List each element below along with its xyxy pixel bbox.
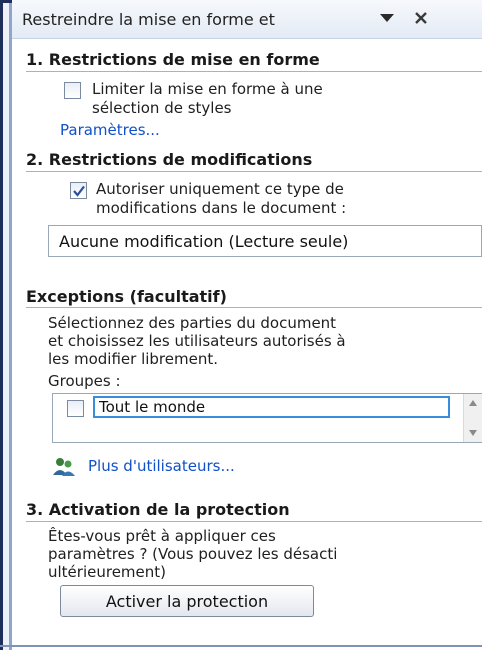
exceptions-heading: Exceptions (facultatif): [26, 287, 227, 306]
scroll-up-arrow-icon[interactable]: [469, 400, 477, 406]
more-users-link[interactable]: Plus d'utilisateurs...: [88, 457, 235, 475]
exceptions-text-line3: les modifier librement.: [48, 350, 218, 368]
group-everyone-label: Tout le monde: [99, 398, 206, 416]
window-frame-top: [0, 0, 12, 3]
checkmark-icon: [73, 185, 85, 197]
section-editing-restrictions-heading: 2. Restrictions de modifications: [26, 150, 313, 169]
scroll-down-arrow-icon[interactable]: [469, 430, 477, 436]
pane-title-bar: Restreindre la mise en forme et: [12, 0, 482, 39]
pane-options-dropdown[interactable]: [377, 8, 397, 28]
section-protection-heading: 3. Activation de la protection: [26, 500, 290, 519]
users-icon: [53, 458, 75, 476]
group-everyone-item[interactable]: Tout le monde: [93, 396, 450, 418]
editing-type-select[interactable]: Aucune modification (Lecture seule): [48, 225, 482, 257]
restrict-formatting-pane: Restreindre la mise en forme et 1. Restr…: [12, 0, 482, 650]
allow-editing-label-line2: modifications dans le document :: [96, 199, 347, 217]
window-frame-left: [0, 0, 12, 650]
editing-type-selected-value: Aucune modification (Lecture seule): [59, 232, 349, 251]
groups-listbox[interactable]: Tout le monde: [52, 393, 482, 443]
protection-text-line1: Êtes-vous prêt à appliquer ces: [48, 527, 276, 545]
limit-formatting-checkbox[interactable]: [64, 82, 81, 99]
groups-scrollbar[interactable]: [463, 394, 482, 442]
section-formatting-restrictions-heading: 1. Restrictions de mise en forme: [26, 50, 320, 69]
limit-formatting-label-line1: Limiter la mise en forme à une: [92, 80, 323, 98]
section-divider: [26, 521, 482, 522]
section-divider: [26, 307, 482, 308]
exceptions-text-line1: Sélectionnez des parties du document: [48, 314, 337, 332]
allow-editing-type-checkbox[interactable]: [70, 182, 87, 199]
pane-close-button[interactable]: [410, 8, 432, 28]
protection-text-line3: ultérieurement): [48, 563, 167, 581]
groups-label: Groupes :: [48, 372, 121, 390]
exceptions-text-line2: et choisissez les utilisateurs autorisés…: [48, 332, 346, 350]
protection-text-line2: paramètres ? (Vous pouvez les désacti: [48, 545, 338, 563]
limit-formatting-label-line2: sélection de styles: [92, 99, 232, 117]
chevron-down-icon: [380, 14, 394, 22]
pane-title: Restreindre la mise en forme et: [22, 10, 275, 29]
group-everyone-checkbox[interactable]: [67, 400, 84, 417]
formatting-settings-link[interactable]: Paramètres...: [60, 121, 160, 139]
activate-protection-button[interactable]: Activer la protection: [60, 585, 314, 617]
close-icon: [415, 12, 427, 24]
section-divider: [26, 171, 482, 172]
bottom-border: [0, 645, 482, 647]
allow-editing-label-line1: Autoriser uniquement ce type de: [96, 180, 344, 198]
section-divider: [26, 71, 482, 72]
